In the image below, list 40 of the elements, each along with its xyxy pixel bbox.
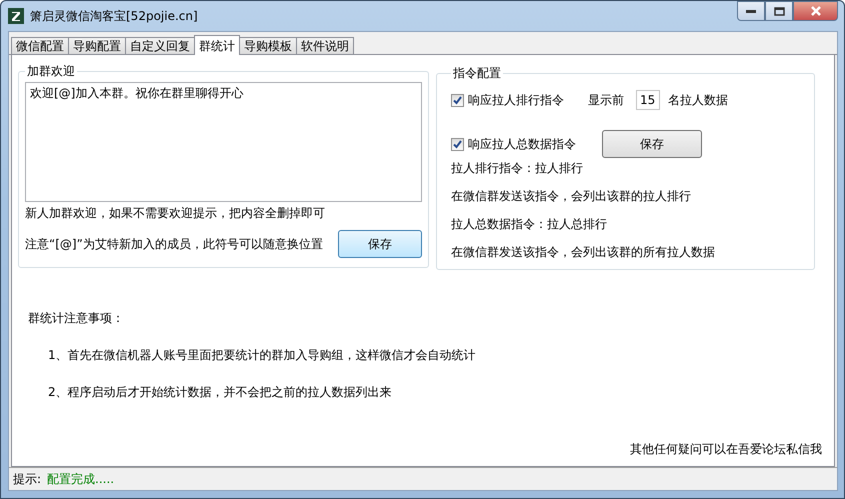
maximize-icon — [774, 6, 784, 16]
maximize-button[interactable] — [765, 1, 793, 21]
notes-title: 群统计注意事项： — [28, 310, 125, 327]
note-text: 注意“[@]”为艾特新加入的成员，此符号可以随意换位置 — [25, 236, 323, 252]
count-field[interactable]: 15 — [636, 90, 660, 110]
label: 名拉人数据 — [668, 92, 728, 108]
tab[interactable]: 自定义回复 — [125, 37, 195, 54]
note-item: 2、程序启动后才开始统计数据，并不会把之前的拉人数据列出来 — [47, 384, 393, 401]
close-button[interactable] — [793, 1, 838, 21]
tab[interactable]: 导购模板 — [239, 37, 297, 54]
checkbox-label: 响应拉人总数据指令 — [468, 136, 576, 152]
info-text: 拉人排行指令：拉人排行 — [451, 160, 584, 177]
note-item: 1、首先在微信机器人账号里面把要统计的群加入导购组，这样微信才会自动统计 — [47, 347, 477, 364]
tab[interactable]: 群统计 — [194, 35, 240, 55]
hint-text: 新人加群欢迎，如果不需要欢迎提示，把内容全删掉即可 — [25, 205, 326, 222]
group-title: 指令配置 — [452, 65, 502, 82]
status-message: 配置完成..... — [47, 470, 114, 488]
check-icon — [452, 94, 463, 106]
save-button[interactable]: 保存 — [338, 230, 422, 258]
save-button[interactable]: 保存 — [602, 130, 702, 158]
app-icon — [8, 8, 24, 24]
check-icon — [452, 138, 463, 150]
checkbox[interactable] — [451, 138, 464, 150]
tab[interactable]: 微信配置 — [11, 37, 69, 54]
info-text: 在微信群发送该指令，会列出该群的拉人排行 — [451, 188, 692, 205]
status-label: 提示: — [13, 470, 42, 488]
welcome-message-field[interactable]: 欢迎[@]加入本群。祝你在群里聊得开心 — [25, 82, 422, 202]
footer-text: 其他任何疑问可以在吾爱论坛私信我 — [630, 441, 822, 458]
checkbox-label: 响应拉人排行指令 — [468, 92, 564, 108]
tab[interactable]: 软件说明 — [296, 37, 354, 54]
tab[interactable]: 导购配置 — [68, 37, 126, 54]
minimize-button[interactable] — [737, 1, 765, 21]
info-text: 拉人总数据指令：拉人总排行 — [451, 216, 608, 233]
close-icon — [810, 6, 822, 16]
info-text: 在微信群发送该指令，会列出该群的所有拉人数据 — [451, 244, 716, 261]
window-title: 箫启灵微信淘客宝[52pojie.cn] — [30, 8, 198, 24]
minimize-icon — [746, 9, 756, 13]
group-title: 加群欢迎 — [26, 63, 76, 80]
checkbox[interactable] — [451, 94, 464, 106]
label: 显示前 — [588, 92, 624, 108]
